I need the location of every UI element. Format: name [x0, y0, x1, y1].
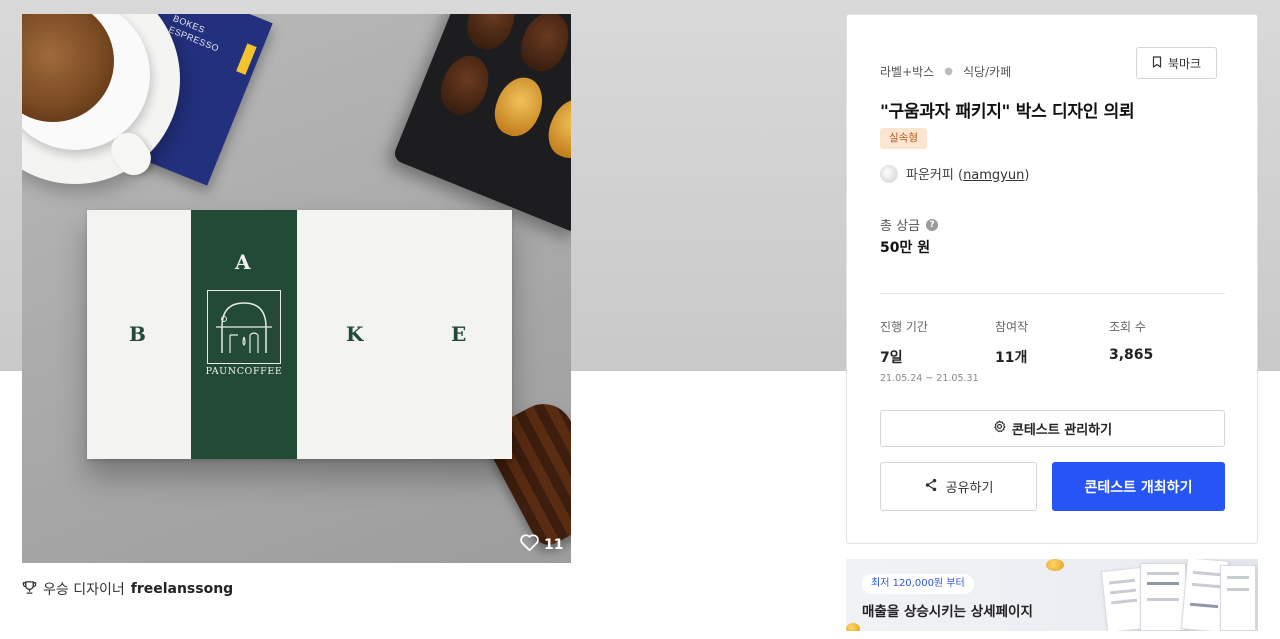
plan-badge: 실속형	[880, 128, 927, 149]
bookmark-icon	[1152, 55, 1162, 71]
box-green-band: A PAUNCOFFEE	[191, 210, 297, 459]
heart-outline-icon	[519, 533, 540, 556]
host-name: 파운커피 (namgyun)	[906, 168, 1030, 183]
stat-views: 조회 수 3,865	[1109, 318, 1153, 363]
bookmark-label: 북마크	[1167, 56, 1202, 71]
share-button[interactable]: 공유하기	[880, 462, 1037, 511]
box-letter-e: E	[451, 322, 467, 346]
madeleine-image	[459, 14, 523, 57]
breadcrumb-item[interactable]: 식당/카페	[963, 63, 1011, 80]
manage-contest-label: 콘테스트 관리하기	[1011, 423, 1113, 438]
winner-designer-name[interactable]: freelanssong	[131, 581, 233, 597]
preview-screen	[1220, 565, 1256, 631]
ad-title: 매출을 상승시키는 상세페이지	[862, 604, 1033, 620]
madeleine-image	[540, 92, 571, 165]
stat-label: 조회 수	[1109, 320, 1146, 334]
bookmark-button[interactable]: 북마크	[1136, 47, 1217, 79]
box-letter-a: A	[235, 250, 251, 274]
contest-title: "구움과자 패키지" 박스 디자인 의뢰	[880, 102, 1135, 122]
divider	[880, 293, 1225, 294]
contest-info-card: 라벨+박스 ● 식당/카페 북마크 "구움과자 패키지" 박스 디자인 의뢰 실…	[846, 14, 1258, 544]
host-id-link[interactable]: namgyun	[963, 168, 1024, 183]
coin-icon	[846, 623, 860, 631]
breadcrumb-item[interactable]: 라벨+박스	[880, 63, 934, 80]
prize-label-text: 총 상금	[880, 219, 921, 234]
madeleine-image	[433, 48, 497, 121]
ad-price-pill: 최저 120,000원 부터	[862, 574, 974, 594]
coin-icon	[1046, 559, 1064, 571]
prize-value: 50만 원	[880, 240, 931, 256]
pack-tab	[236, 43, 257, 75]
host-display-name: 파운커피	[906, 168, 954, 183]
stat-value: 3,865	[1109, 347, 1154, 363]
contest-host: 파운커피 (namgyun)	[880, 164, 1029, 183]
paun-logo-icon	[207, 290, 281, 364]
stat-period-range: 21.05.24 ~ 21.05.31	[880, 373, 979, 384]
help-icon[interactable]: ?	[926, 218, 939, 231]
breadcrumb-separator: ●	[944, 66, 953, 77]
prize-label: 총 상금 ?	[880, 215, 939, 234]
like-count: 11	[544, 536, 564, 553]
gear-icon	[993, 420, 1006, 437]
stat-value: 7일	[880, 350, 903, 366]
madeleine-image	[487, 70, 551, 143]
stat-entries: 참여작 11개	[995, 318, 1028, 367]
stat-period: 진행 기간 7일 21.05.24 ~ 21.05.31	[880, 318, 979, 384]
breadcrumb: 라벨+박스 ● 식당/카페	[880, 63, 1011, 80]
winner-designer-row: 우승 디자이너 freelanssong	[22, 579, 233, 599]
like-button[interactable]: 11	[519, 533, 563, 556]
host-contest-button[interactable]: 콘테스트 개최하기	[1052, 462, 1225, 511]
preview-screen	[1140, 563, 1186, 631]
ad-preview-image	[1098, 559, 1258, 631]
share-icon	[924, 478, 938, 496]
avatar[interactable]	[880, 164, 898, 183]
share-label: 공유하기	[945, 481, 994, 496]
ad-banner[interactable]: 최저 120,000원 부터 매출을 상승시키는 상세페이지	[846, 559, 1258, 631]
box-letter-k: K	[346, 322, 364, 346]
stat-label: 참여작	[995, 320, 1029, 334]
stat-label: 진행 기간	[880, 320, 928, 334]
madeleine-tray-image	[391, 14, 571, 234]
winner-label: 우승 디자이너	[43, 582, 125, 598]
box-letter-b: B	[129, 322, 146, 346]
trophy-icon	[22, 580, 37, 599]
contest-main-image[interactable]: BOKES ESPRESSO B A PAUNCOFFEE K E 11	[22, 14, 571, 563]
box-logo-text: PAUNCOFFEE	[205, 366, 283, 377]
coffee-image	[22, 14, 114, 122]
package-box-image: B A PAUNCOFFEE K E	[87, 210, 512, 459]
stat-value: 11개	[995, 350, 1028, 366]
madeleine-image	[513, 14, 571, 78]
manage-contest-button[interactable]: 콘테스트 관리하기	[880, 410, 1225, 447]
